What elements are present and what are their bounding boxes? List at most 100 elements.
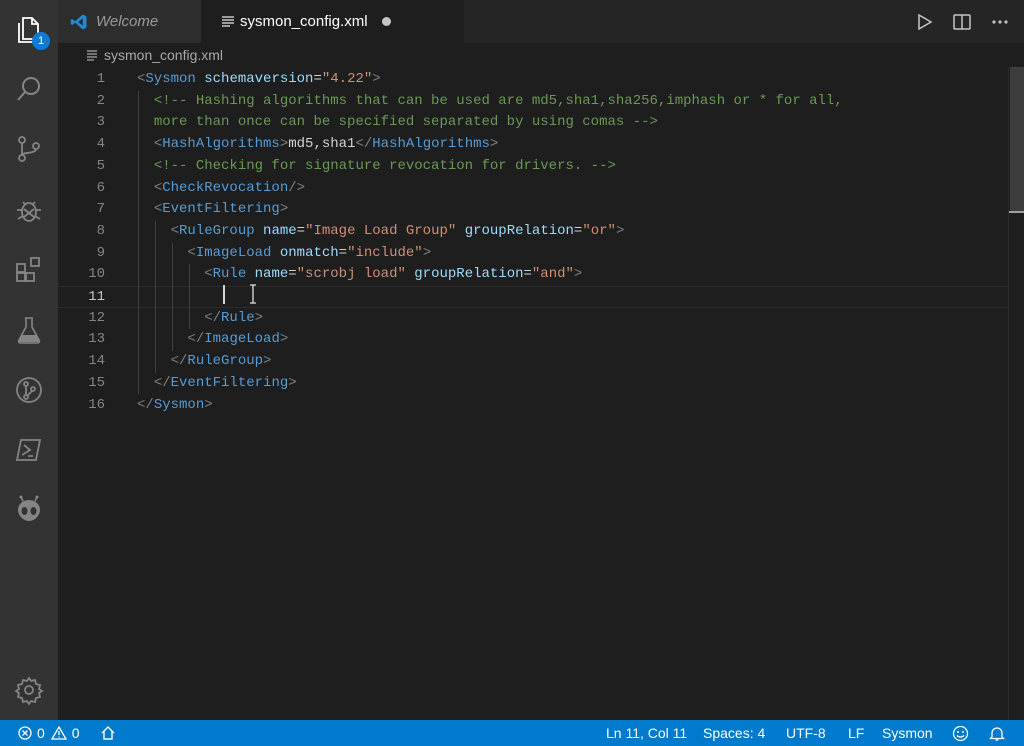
extensions-icon[interactable] — [13, 254, 45, 286]
code-token: "include" — [347, 244, 423, 261]
code-line[interactable]: 1 <Sysmon schemaversion="4.22"> — [58, 69, 1008, 91]
code-token: Rule — [212, 266, 247, 283]
cursor-position[interactable]: Ln 11, Col 11 — [606, 720, 687, 746]
line-number: 4 — [96, 136, 105, 153]
code-token: EventFiltering — [162, 201, 280, 218]
code-line[interactable]: 16 </Sysmon> — [58, 395, 1008, 417]
code-token: name — [263, 222, 297, 239]
language-mode[interactable]: Sysmon — [882, 720, 933, 746]
code-line[interactable]: 14 </RuleGroup> — [58, 351, 1008, 373]
code-token: = — [523, 266, 532, 283]
line-number: 12 — [88, 309, 105, 326]
code-editor[interactable]: 1 <Sysmon schemaversion="4.22"> 2 <!-- Has… — [58, 67, 1024, 720]
code-token: </ — [355, 136, 373, 153]
encoding[interactable]: UTF-8 — [786, 720, 826, 746]
line-number: 8 — [96, 222, 105, 239]
code-line[interactable]: 4 <HashAlgorithms>md5,sha1</HashAlgorith… — [58, 134, 1008, 156]
scrollbar-thumb[interactable] — [1010, 67, 1024, 212]
status-bar: 0 0 Ln 11, Col 11 Spaces: 4 UTF-8 LF Sys… — [0, 720, 1024, 746]
code-text: </Sysmon> — [137, 395, 213, 417]
code-line[interactable]: 6 <CheckRevocation/> — [58, 178, 1008, 200]
split-editor-icon[interactable] — [952, 12, 972, 32]
code-line[interactable]: 10 <Rule name="scrobj load" groupRelatio… — [58, 264, 1008, 286]
code-token: /> — [288, 179, 306, 196]
code-token: > — [372, 71, 381, 87]
warning-count: 0 — [71, 725, 80, 741]
code-line[interactable]: 8 <RuleGroup name="Image Load Group" gro… — [58, 221, 1008, 243]
code-token: ImageLoad — [195, 244, 272, 261]
code-token: schemaversion — [204, 71, 314, 87]
code-text: <Rule name="scrobj load" groupRelation="… — [137, 264, 582, 286]
code-text: <EventFiltering> — [137, 199, 288, 221]
code-line[interactable]: 11 — [58, 286, 1008, 308]
code-token: = — [313, 71, 322, 87]
code-token: Sysmon — [145, 71, 196, 87]
code-text: </EventFiltering> — [137, 373, 297, 395]
code-text: <!-- Checking for signature revocation f… — [137, 156, 616, 178]
more-actions-icon[interactable] — [990, 12, 1010, 32]
settings-gear-icon[interactable] — [13, 674, 45, 706]
git-graph-icon[interactable] — [13, 374, 45, 406]
search-icon[interactable] — [13, 73, 45, 105]
code-line[interactable]: 5 <!-- Checking for signature revocation… — [58, 156, 1008, 178]
tab-sysmon-config[interactable]: sysmon_config.xml — [201, 0, 464, 43]
tab-label: Welcome — [96, 13, 159, 30]
tab-label: sysmon_config.xml — [240, 13, 368, 30]
file-lines-icon — [87, 50, 97, 61]
code-token: md5,sha1 — [288, 136, 356, 153]
line-number: 7 — [96, 201, 105, 218]
code-line[interactable]: 15 </EventFiltering> — [58, 373, 1008, 395]
code-token: CheckRevocation — [162, 179, 289, 196]
code-token: < — [153, 201, 163, 218]
code-token: RuleGroup — [187, 353, 264, 370]
problems-indicator[interactable]: 0 0 — [18, 720, 80, 746]
notifications-bell-icon[interactable] — [989, 720, 1005, 746]
code-token: </ — [153, 374, 171, 391]
unsaved-dot-icon[interactable] — [381, 17, 391, 26]
code-line[interactable]: 13 </ImageLoad> — [58, 329, 1008, 351]
end-of-line[interactable]: LF — [848, 720, 864, 746]
code-token: > — [279, 136, 289, 153]
code-token: <!-- Checking for signature revocation f… — [153, 157, 616, 174]
code-token: <!-- Hashing algorithms that can be used… — [153, 92, 843, 109]
line-number: 6 — [96, 179, 105, 196]
tab-welcome[interactable]: Welcome — [58, 0, 201, 43]
code-line[interactable]: 3 more than once can be specified separa… — [58, 112, 1008, 134]
code-token: "4.22" — [321, 71, 373, 87]
breadcrumb: sysmon_config.xml — [58, 43, 1024, 67]
breadcrumb-file[interactable]: sysmon_config.xml — [104, 47, 223, 63]
code-text: <!-- Hashing algorithms that can be used… — [137, 91, 843, 113]
feedback-smiley-icon[interactable] — [952, 720, 969, 746]
indentation[interactable]: Spaces: 4 — [703, 720, 765, 746]
code-line[interactable]: 7 <EventFiltering> — [58, 199, 1008, 221]
indent-guide — [189, 264, 190, 330]
debug-icon[interactable] — [13, 194, 45, 226]
code-token: HashAlgorithms — [162, 136, 280, 153]
code-line[interactable]: 9 <ImageLoad onmatch="include"> — [58, 243, 1008, 265]
tab-bar: Welcome sysmon_config.xml — [58, 0, 1024, 43]
code-line[interactable]: 12 </Rule> — [58, 308, 1008, 330]
source-control-icon[interactable] — [13, 133, 45, 165]
code-token: < — [153, 136, 163, 153]
activity-bar: 1 — [0, 0, 58, 720]
line-number: 5 — [96, 157, 105, 174]
testing-icon[interactable] — [13, 314, 45, 346]
code-token: </ — [187, 331, 205, 348]
alien-icon[interactable] — [13, 494, 45, 526]
code-token: onmatch — [279, 244, 339, 261]
code-token: groupRelation — [464, 222, 574, 239]
code-token: > — [288, 374, 297, 391]
code-token: < — [170, 222, 180, 239]
home-icon[interactable] — [100, 720, 116, 746]
code-line[interactable]: 2 <!-- Hashing algorithms that can be us… — [58, 91, 1008, 113]
code-text: <RuleGroup name="Image Load Group" group… — [137, 221, 625, 243]
powershell-icon[interactable] — [13, 434, 45, 466]
run-icon[interactable] — [914, 12, 934, 32]
